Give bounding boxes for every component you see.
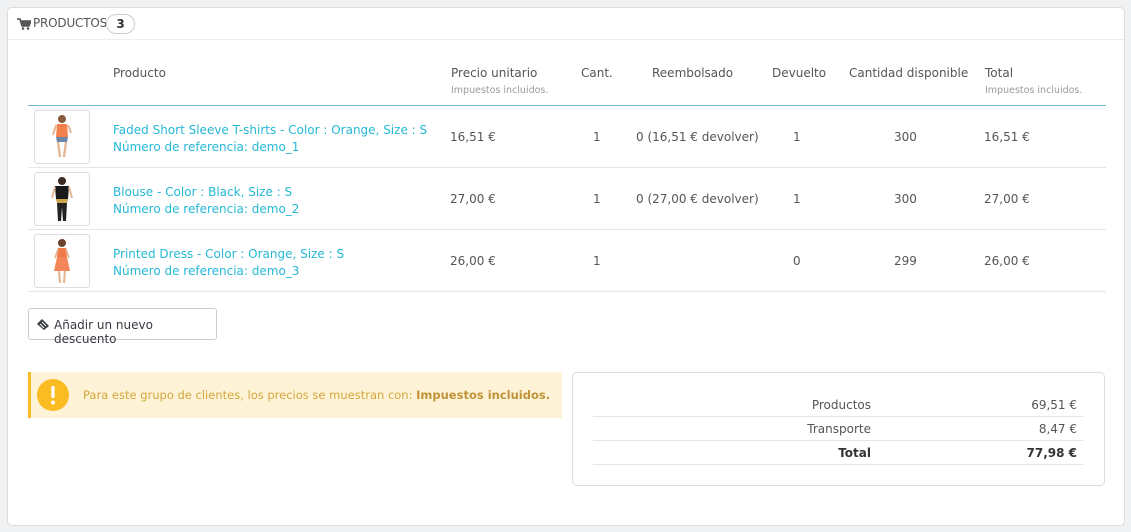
available-qty: 300 (894, 192, 917, 206)
returned: 0 (793, 254, 801, 268)
available-qty: 300 (894, 130, 917, 144)
alert-strong: Impuestos incluidos. (416, 388, 551, 402)
ticket-icon (37, 319, 49, 330)
totals-row: Transporte 8,47 € (593, 417, 1083, 441)
product-count-badge: 3 (106, 14, 135, 34)
totals-value: 69,51 € (1031, 398, 1077, 412)
table-row: Printed Dress - Color : Orange, Size : S… (28, 230, 1106, 292)
tax-info-alert: Para este grupo de clientes, los precios… (28, 372, 562, 418)
available-qty: 299 (894, 254, 917, 268)
quantity: 1 (593, 254, 601, 268)
product-name[interactable]: Faded Short Sleeve T-shirts - Color : Or… (113, 122, 427, 139)
alert-text: Para este grupo de clientes, los precios… (83, 388, 413, 402)
totals-panel: Productos 69,51 € Transporte 8,47 € Tota… (572, 372, 1105, 486)
product-name[interactable]: Blouse - Color : Black, Size : S (113, 184, 299, 201)
totals-value: 77,98 € (1026, 446, 1077, 460)
col-qty: Cant. (581, 66, 613, 80)
product-link[interactable]: Faded Short Sleeve T-shirts - Color : Or… (113, 122, 427, 156)
refunded: 0 (16,51 € devolver) (636, 130, 759, 144)
col-total-label: Total (985, 66, 1014, 80)
alert-message: Para este grupo de clientes, los precios… (83, 388, 550, 402)
products-panel: Productos 3 Producto Precio unitario Imp… (7, 7, 1125, 526)
unit-price: 27,00 € (450, 192, 496, 206)
col-unit-price-sub: Impuestos incluidos. (451, 85, 549, 96)
warning-icon (37, 379, 69, 411)
col-returned: Devuelto (772, 66, 827, 80)
row-total: 27,00 € (984, 192, 1030, 206)
col-unit-price: Precio unitario Impuestos incluidos. (451, 66, 548, 96)
unit-price: 26,00 € (450, 254, 496, 268)
returned: 1 (793, 130, 801, 144)
table-row: Faded Short Sleeve T-shirts - Color : Or… (28, 106, 1106, 168)
panel-title: Productos (33, 16, 108, 30)
returned: 1 (793, 192, 801, 206)
totals-row: Productos 69,51 € (593, 393, 1083, 417)
add-discount-label: Añadir un nuevo descuento (54, 318, 153, 346)
row-total: 16,51 € (984, 130, 1030, 144)
product-link[interactable]: Printed Dress - Color : Orange, Size : S… (113, 246, 344, 280)
product-reference[interactable]: Número de referencia: demo_2 (113, 201, 299, 218)
product-name[interactable]: Printed Dress - Color : Orange, Size : S (113, 246, 344, 263)
refunded: 0 (27,00 € devolver) (636, 192, 759, 206)
col-unit-price-label: Precio unitario (451, 66, 538, 80)
row-total: 26,00 € (984, 254, 1030, 268)
totals-value: 8,47 € (1038, 422, 1077, 436)
totals-row-grand: Total 77,98 € (593, 441, 1083, 465)
col-product: Producto (113, 66, 166, 80)
unit-price: 16,51 € (450, 130, 496, 144)
table-row: Blouse - Color : Black, Size : S Número … (28, 168, 1106, 230)
totals-label: Total (838, 446, 871, 460)
add-discount-button[interactable]: Añadir un nuevo descuento (28, 308, 217, 346)
col-refunded: Reembolsado (652, 66, 734, 80)
quantity: 1 (593, 192, 601, 206)
col-total-sub: Impuestos incluidos. (985, 85, 1083, 96)
product-image[interactable] (34, 172, 90, 226)
col-available: Cantidad disponible (849, 66, 969, 80)
product-link[interactable]: Blouse - Color : Black, Size : S Número … (113, 184, 299, 218)
totals-label: Transporte (807, 422, 871, 436)
col-total: Total Impuestos incluidos. (985, 66, 1082, 96)
panel-heading: Productos 3 (8, 8, 1124, 40)
product-image[interactable] (34, 234, 90, 288)
product-reference[interactable]: Número de referencia: demo_1 (113, 139, 427, 156)
shopping-cart-icon (17, 18, 31, 30)
quantity: 1 (593, 130, 601, 144)
product-image[interactable] (34, 110, 90, 164)
product-reference[interactable]: Número de referencia: demo_3 (113, 263, 344, 280)
totals-label: Productos (811, 398, 871, 412)
